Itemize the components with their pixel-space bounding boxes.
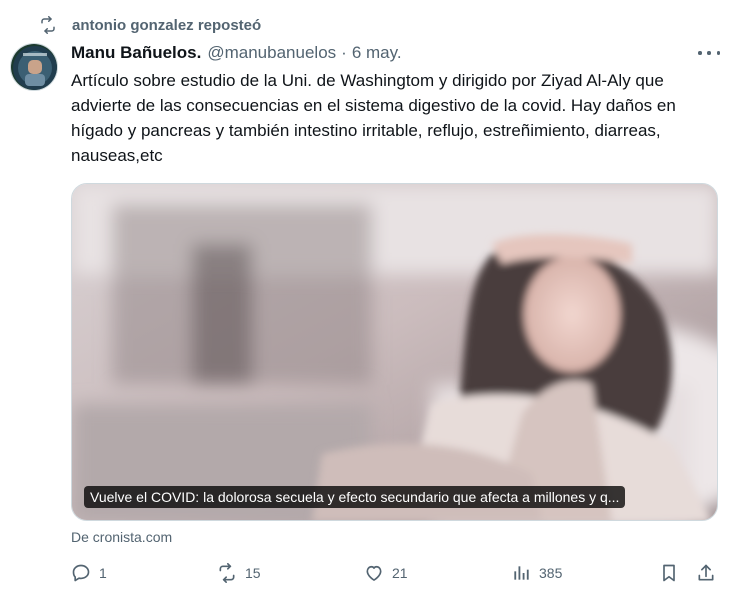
- share-button[interactable]: [696, 563, 716, 583]
- reply-icon: [72, 564, 90, 582]
- reply-count: 1: [99, 565, 107, 581]
- more-icon-dot: [707, 51, 711, 55]
- bookmark-button[interactable]: [659, 563, 679, 583]
- card-caption: Vuelve el COVID: la dolorosa secuela y e…: [84, 486, 626, 508]
- author-handle[interactable]: @manubanuelos: [207, 43, 336, 63]
- repost-icon: [219, 563, 235, 583]
- share-icon: [698, 564, 714, 581]
- link-card[interactable]: Vuelve el COVID: la dolorosa secuela y e…: [71, 183, 718, 521]
- more-icon-dot: [698, 51, 702, 55]
- repost-attribution[interactable]: antonio gonzalez reposteó: [72, 17, 261, 34]
- bookmark-icon: [663, 564, 675, 582]
- repost-count: 15: [245, 565, 261, 581]
- repost-header: antonio gonzalez reposteó: [38, 13, 261, 37]
- repost-button[interactable]: 15: [217, 563, 261, 583]
- tweet-date[interactable]: 6 may.: [352, 43, 402, 63]
- more-icon-dot: [716, 51, 720, 55]
- separator: ·: [341, 43, 347, 62]
- views-count: 385: [539, 565, 563, 581]
- reply-button[interactable]: 1: [71, 563, 107, 583]
- heart-icon: [366, 565, 382, 581]
- repost-icon: [38, 15, 58, 35]
- like-button[interactable]: 21: [364, 563, 408, 583]
- card-source[interactable]: De cronista.com: [71, 529, 172, 545]
- more-options-button[interactable]: [698, 48, 720, 58]
- tweet-text: Artículo sobre estudio de la Uni. de Was…: [71, 71, 676, 165]
- avatar[interactable]: [10, 43, 58, 91]
- tweet-header: Manu Bañuelos. @manubanuelos · 6 may.: [71, 42, 720, 64]
- action-bar: 1 15 21 385: [71, 563, 719, 589]
- like-count: 21: [392, 565, 408, 581]
- views-button[interactable]: 385: [511, 563, 562, 583]
- views-icon: [514, 566, 529, 580]
- author-name[interactable]: Manu Bañuelos.: [71, 43, 201, 63]
- article-image: [72, 184, 717, 520]
